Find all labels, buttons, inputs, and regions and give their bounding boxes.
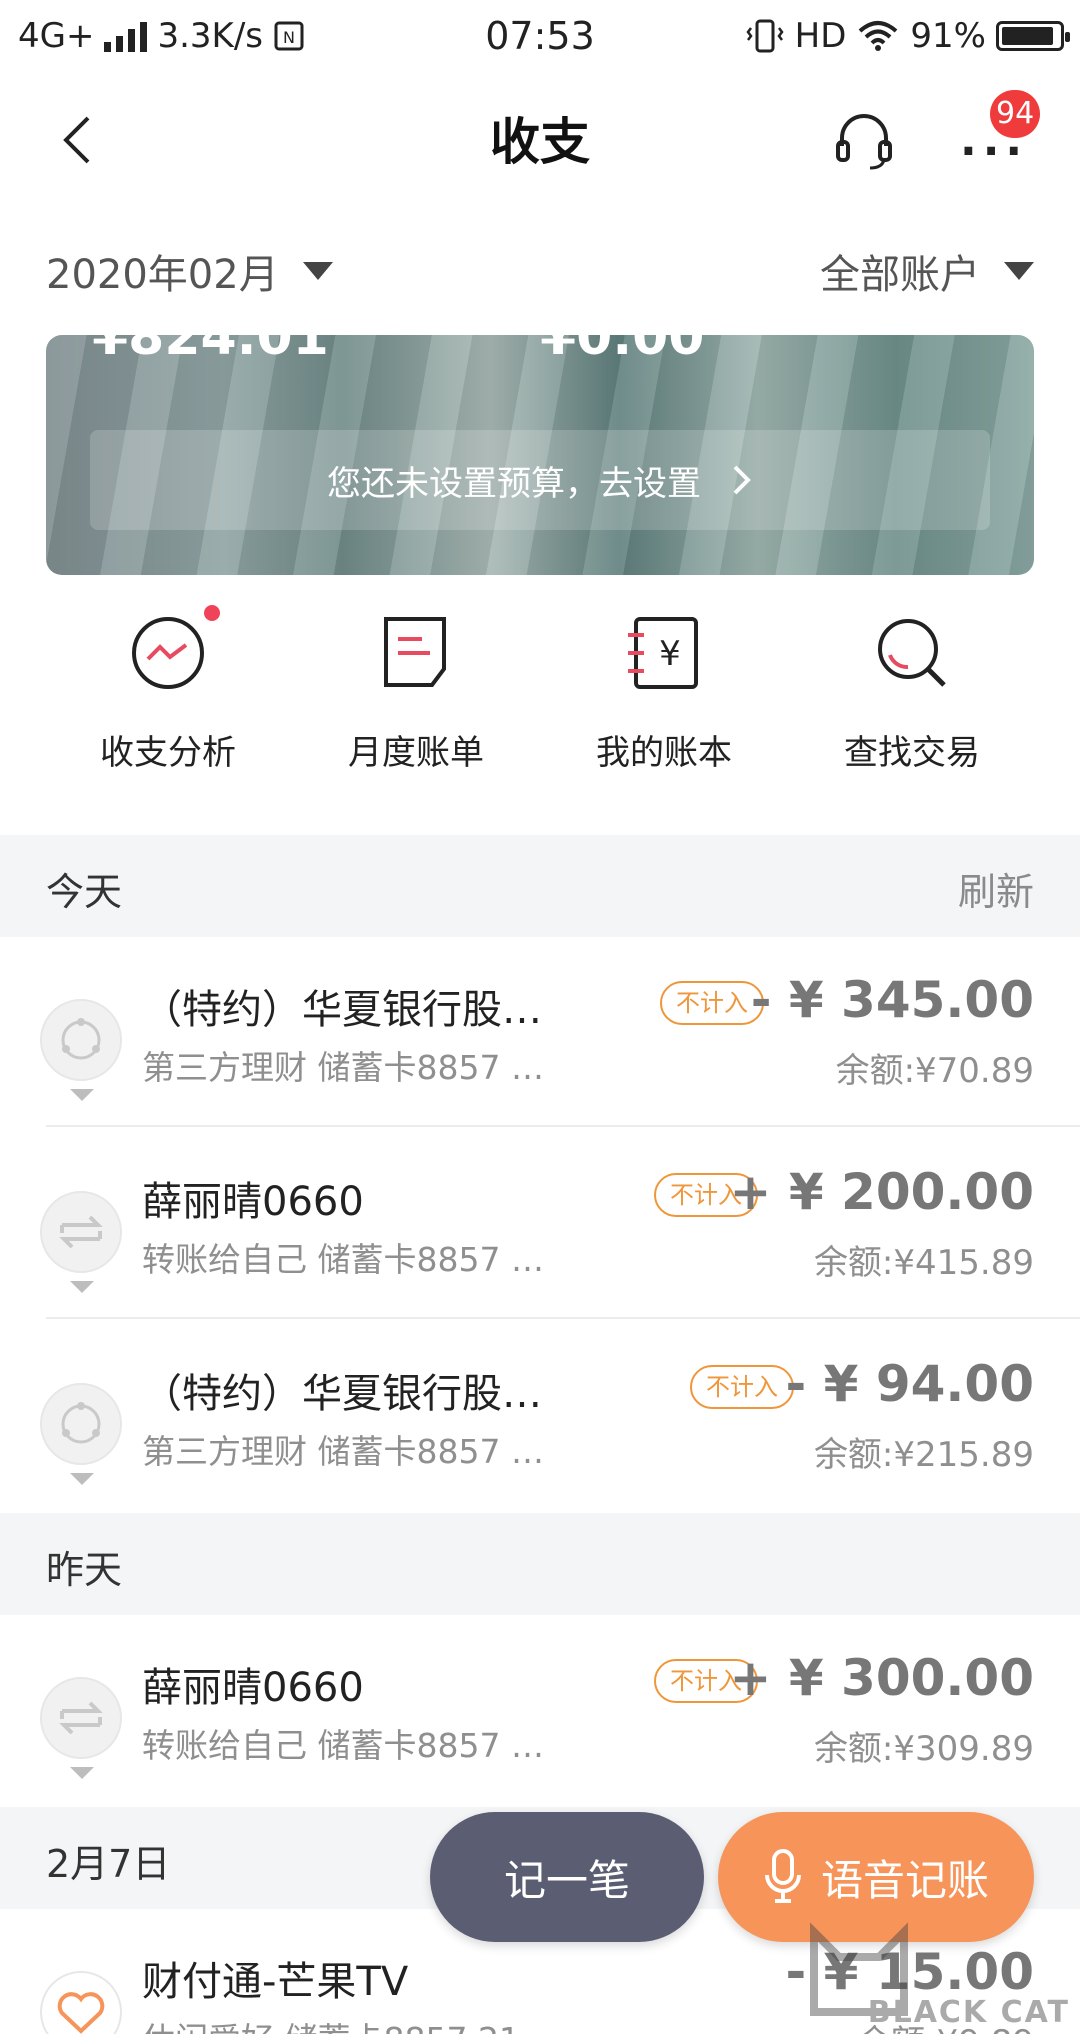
section-header-today: 今天 刷新 [0, 835, 1080, 937]
watermark-logo: BLACK CAT [804, 1912, 1074, 2032]
customer-service-icon[interactable] [832, 108, 896, 172]
row-divider [46, 1125, 1080, 1127]
record-entry-button[interactable]: 记一笔 [430, 1812, 704, 1942]
notification-badge: 94 [990, 90, 1041, 138]
month-selector[interactable]: 2020年02月 [46, 242, 333, 300]
transaction-row[interactable]: （特约）华夏银行股… 第三方理财 储蓄卡8857 … 不计入 - ¥ 94.00… [0, 1321, 1080, 1511]
row-divider [46, 1317, 1080, 1319]
section-title: 2月7日 [46, 1842, 171, 1886]
transaction-category: 第三方理财 储蓄卡8857 … [142, 1432, 544, 1471]
quick-action-label: 月度账单 [348, 733, 484, 773]
transaction-name: 薛丽晴0660 [142, 1665, 364, 1711]
month-label: 2020年02月 [46, 252, 279, 298]
transaction-name: 薛丽晴0660 [142, 1179, 364, 1225]
new-indicator-dot [204, 605, 220, 621]
transaction-row[interactable]: 薛丽晴0660 转账给自己 储蓄卡8857 … 不计入 + ¥ 200.00 余… [0, 1129, 1080, 1319]
quick-actions: 收支分析 月度账单 ¥ 我的账本 查找交易 [0, 605, 1080, 795]
transaction-row[interactable]: （特约）华夏银行股… 第三方理财 储蓄卡8857 … 不计入 - ¥ 345.0… [0, 937, 1080, 1127]
voice-record-label: 语音记账 [820, 1855, 989, 1905]
search-icon [874, 615, 950, 691]
heart-icon [40, 1971, 122, 2034]
quick-action-ledger[interactable]: ¥ 我的账本 [544, 615, 784, 774]
set-budget-button[interactable]: 您还未设置预算，去设置 [90, 430, 990, 530]
nav-bar: 收支 ··· 94 [0, 72, 1080, 212]
transfer-icon [40, 1191, 122, 1293]
account-label: 全部账户 [820, 252, 980, 298]
avatar-pointer [70, 1767, 94, 1779]
budget-text: 您还未设置预算，去设置 [327, 463, 701, 504]
battery-percent: 91% [910, 16, 986, 56]
trend-analysis-icon [130, 605, 220, 691]
transaction-category: 转账给自己 储蓄卡8857 … [142, 1240, 544, 1279]
section-header-yesterday: 昨天 [0, 1513, 1080, 1615]
battery-fill [1002, 27, 1053, 45]
wealth-icon [40, 999, 122, 1101]
quick-action-label: 查找交易 [844, 733, 980, 773]
transaction-row[interactable]: 薛丽晴0660 转账给自己 储蓄卡8857 … 不计入 + ¥ 300.00 余… [0, 1615, 1080, 1805]
refresh-button[interactable]: 刷新 [958, 861, 1034, 916]
transaction-category: 休闲爱好 储蓄卡8857 21 … [142, 2013, 563, 2034]
page-title: 收支 [490, 113, 590, 171]
avatar-pointer [70, 1089, 94, 1101]
hd-label: HD [794, 16, 847, 56]
svg-text:¥: ¥ [659, 634, 681, 674]
transaction-amount: + ¥ 200.00 [729, 1163, 1034, 1221]
transaction-amount: - ¥ 345.00 [750, 971, 1034, 1029]
chevron-right-icon [733, 465, 751, 495]
banner-amount-left: ¥824.01 [92, 335, 329, 367]
quick-action-analysis[interactable]: 收支分析 [48, 605, 288, 774]
transaction-amount: - ¥ 94.00 [785, 1355, 1034, 1413]
wifi-icon [859, 21, 898, 51]
quick-action-label: 我的账本 [596, 733, 732, 773]
transaction-name: （特约）华夏银行股… [142, 987, 542, 1033]
chevron-down-icon [302, 262, 333, 280]
status-bar: 4G+ 3.3K/s N 07:53 HD 91% [0, 0, 1080, 72]
monthly-bill-icon [378, 615, 454, 691]
transaction-category: 转账给自己 储蓄卡8857 … [142, 1726, 544, 1765]
transaction-amount: + ¥ 300.00 [729, 1649, 1034, 1707]
watermark-text: BLACK CAT [867, 1995, 1070, 2030]
transaction-balance: 余额:¥309.89 [813, 1729, 1034, 1769]
banner-amount-right: ¥0.00 [540, 335, 705, 367]
section-title: 今天 [46, 870, 123, 914]
excluded-tag: 不计入 [690, 1365, 794, 1409]
status-right: HD 91% [745, 16, 1070, 56]
avatar-pointer [70, 1281, 94, 1293]
transaction-balance: 余额:¥215.89 [813, 1435, 1034, 1475]
transaction-name: 财付通-芒果TV [142, 1959, 409, 2005]
quick-action-search[interactable]: 查找交易 [792, 615, 1032, 774]
transaction-balance: 余额:¥70.89 [835, 1051, 1034, 1091]
wealth-icon [40, 1383, 122, 1485]
vibrate-icon [746, 19, 784, 53]
chevron-down-icon [1004, 262, 1034, 280]
microphone-icon [764, 1849, 801, 1903]
quick-action-monthly-bill[interactable]: 月度账单 [296, 615, 536, 774]
excluded-tag: 不计入 [660, 981, 764, 1025]
account-selector[interactable]: 全部账户 [820, 242, 1034, 300]
record-entry-label: 记一笔 [503, 1855, 630, 1905]
summary-banner: ¥824.01 ¥0.00 您还未设置预算，去设置 [46, 335, 1034, 575]
transaction-name: （特约）华夏银行股… [142, 1371, 542, 1417]
avatar-pointer [70, 1473, 94, 1485]
transaction-balance: 余额:¥415.89 [813, 1243, 1034, 1283]
filter-row: 2020年02月 全部账户 [0, 230, 1080, 310]
transaction-category: 第三方理财 储蓄卡8857 … [142, 1048, 544, 1087]
section-title: 昨天 [46, 1548, 123, 1592]
quick-action-label: 收支分析 [100, 733, 236, 773]
transfer-icon [40, 1677, 122, 1779]
battery-icon [996, 21, 1070, 51]
ledger-icon: ¥ [626, 615, 702, 691]
